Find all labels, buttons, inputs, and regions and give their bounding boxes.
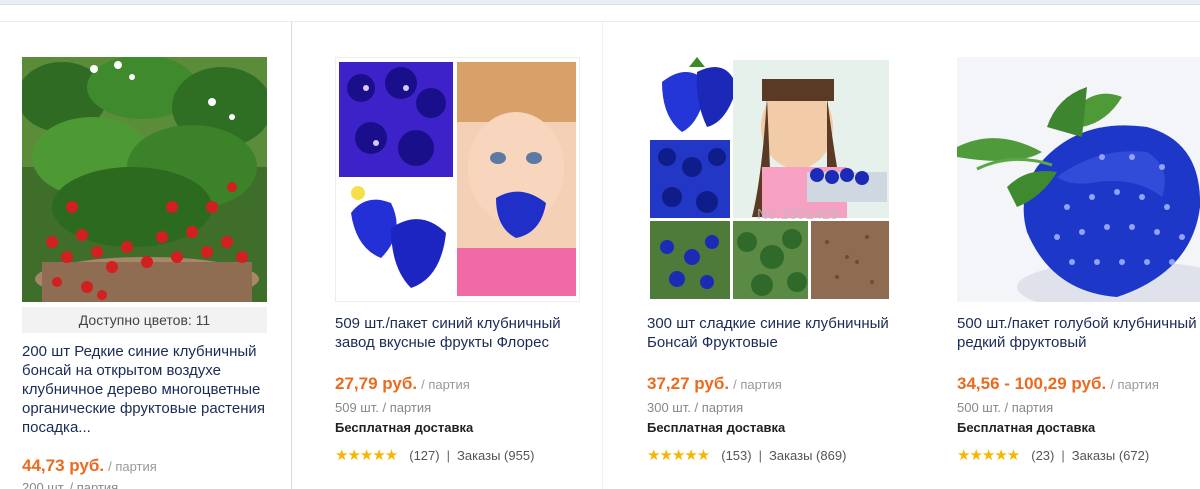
product-price: 27,79 руб. xyxy=(335,374,418,393)
price-line: 44,73 руб. / партия xyxy=(22,456,157,476)
price-unit: / партия xyxy=(1110,377,1159,392)
orders-count: Заказы (869) xyxy=(769,447,847,463)
product-title[interactable]: 200 шт Редкие синие клубничный бонсай на… xyxy=(22,342,272,437)
price-line: 27,79 руб. / партия xyxy=(335,374,470,394)
separator: | xyxy=(758,447,762,463)
price-unit: / партия xyxy=(733,377,782,392)
product-title[interactable]: 300 шт сладкие синие клубничный Бонсай Ф… xyxy=(647,314,909,352)
product-card-3[interactable]: No.1391429 300 шт сладкие синие клубничн… xyxy=(624,22,914,489)
price-unit: / партия xyxy=(421,377,470,392)
free-shipping-label: Бесплатная доставка xyxy=(647,420,786,435)
orders-count: Заказы (672) xyxy=(1071,447,1150,463)
product-price: 44,73 руб. xyxy=(22,456,105,475)
image-watermark: No.1391429 xyxy=(757,206,839,223)
rating-stars-icon: ★★★★★ xyxy=(647,447,710,464)
rating-row: ★★★★★ (127) | Заказы (955) xyxy=(335,446,534,464)
review-count[interactable]: (127) xyxy=(409,448,439,463)
price-line: 37,27 руб. / партия xyxy=(647,374,782,394)
product-card-4[interactable]: 500 шт./пакет голубой клубничный редкий … xyxy=(936,22,1200,489)
product-card-1[interactable]: Доступно цветов: 11 200 шт Редкие синие … xyxy=(0,22,292,489)
available-colors-badge: Доступно цветов: 11 xyxy=(22,307,267,333)
orders-count: Заказы (955) xyxy=(457,447,535,463)
pieces-per-lot: 200 шт. / партия xyxy=(22,480,119,489)
rating-row: ★★★★★ (153) | Заказы (869) xyxy=(647,446,846,464)
product-image-bonsai-collage[interactable]: No.1391429 xyxy=(647,57,892,302)
price-unit: / партия xyxy=(108,459,157,474)
product-card-2[interactable]: 509 шт./пакет синий клубничный завод вку… xyxy=(312,22,603,489)
rating-stars-icon: ★★★★★ xyxy=(957,447,1020,464)
pieces-per-lot: 509 шт. / партия xyxy=(335,400,432,415)
product-title[interactable]: 509 шт./пакет синий клубничный завод вку… xyxy=(335,314,597,352)
product-title[interactable]: 500 шт./пакет голубой клубничный редкий … xyxy=(957,314,1197,352)
product-image-strawberry-plant[interactable] xyxy=(22,57,267,302)
review-count[interactable]: (23) xyxy=(1031,448,1054,463)
free-shipping-label: Бесплатная доставка xyxy=(335,420,474,435)
rating-stars-icon: ★★★★★ xyxy=(335,447,398,464)
product-image-blue-strawberry-girl[interactable] xyxy=(335,57,580,302)
separator: | xyxy=(1061,447,1065,463)
product-price: 34,56 - 100,29 руб. xyxy=(957,374,1107,393)
price-line: 34,56 - 100,29 руб. / партия xyxy=(957,374,1159,394)
top-border xyxy=(0,0,1200,5)
free-shipping-label: Бесплатная доставка xyxy=(957,420,1096,435)
product-price: 37,27 руб. xyxy=(647,374,730,393)
separator: | xyxy=(446,447,450,463)
review-count[interactable]: (153) xyxy=(721,448,751,463)
pieces-per-lot: 500 шт. / партия xyxy=(957,400,1054,415)
rating-row: ★★★★★ (23) | Заказы (672) xyxy=(957,446,1149,464)
product-image-blue-strawberry[interactable] xyxy=(957,57,1200,302)
pieces-per-lot: 300 шт. / партия xyxy=(647,400,744,415)
